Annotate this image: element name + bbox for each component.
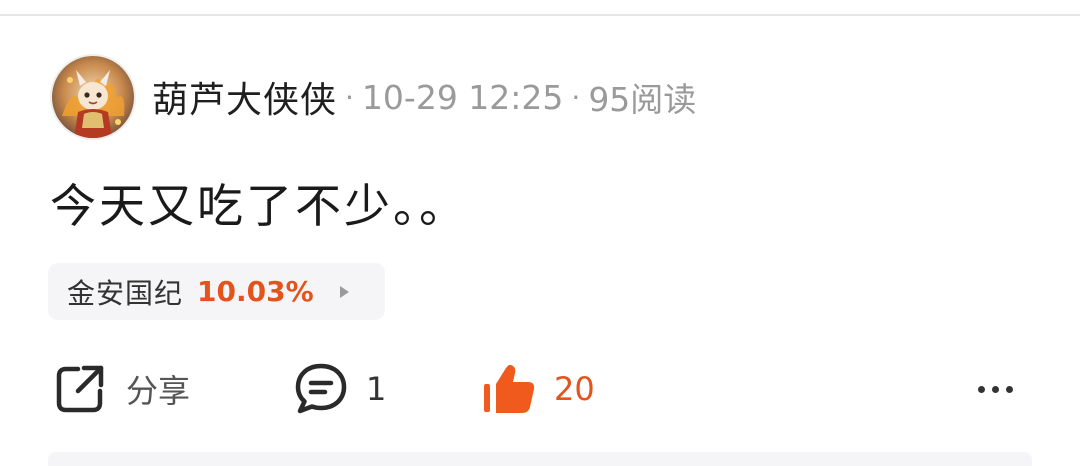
top-divider (0, 14, 1080, 16)
post-meta: 葫芦大侠侠 · 10-29 12:25 · 95阅读 (152, 71, 696, 123)
like-button[interactable]: 20 (482, 360, 595, 418)
next-card-edge (48, 452, 1032, 466)
post-header: 葫芦大侠侠 · 10-29 12:25 · 95阅读 (50, 52, 696, 142)
author-name[interactable]: 葫芦大侠侠 (152, 71, 337, 123)
post-time: 10-29 12:25 (361, 77, 564, 117)
more-dots-icon (978, 385, 1013, 393)
stock-name: 金安国纪 (67, 276, 184, 310)
comment-bubble-icon (295, 363, 347, 414)
dot (992, 385, 999, 393)
author-avatar[interactable] (50, 54, 136, 140)
avatar-image (52, 56, 134, 138)
more-options-button[interactable] (978, 360, 1013, 418)
comment-count: 1 (366, 370, 387, 408)
share-icon (56, 365, 104, 413)
thumbs-up-icon (484, 364, 535, 413)
meta-separator: · (345, 80, 354, 114)
stock-tag[interactable]: 金安国纪 10.03% (48, 263, 385, 320)
dot (978, 385, 985, 393)
read-count: 95阅读 (588, 80, 697, 119)
like-count: 20 (554, 370, 595, 408)
post-content[interactable]: 今天又吃了不少。。 (50, 170, 468, 236)
dot (1006, 385, 1013, 393)
share-button[interactable]: 分享 (54, 360, 190, 418)
stock-change: 10.03% (197, 275, 314, 308)
comment-button[interactable]: 1 (294, 360, 386, 418)
meta-separator: · (571, 80, 581, 114)
triangle-right-icon (339, 285, 349, 298)
share-label: 分享 (126, 372, 191, 410)
